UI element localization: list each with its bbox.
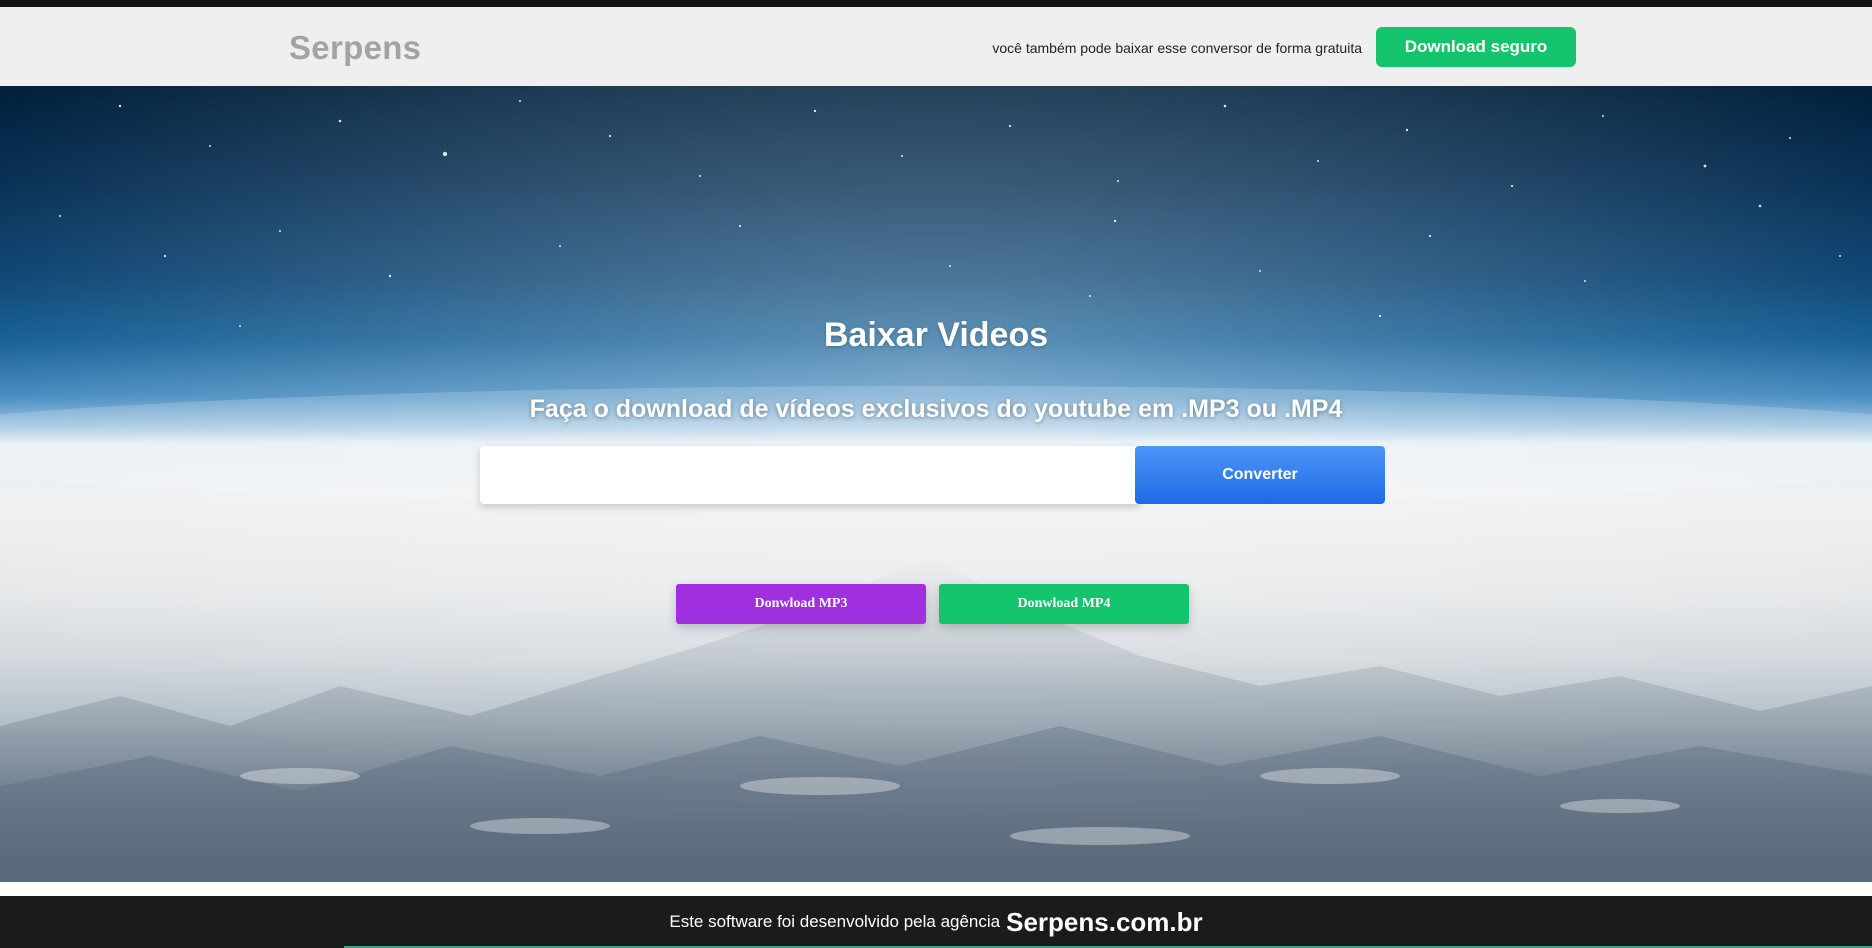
page-subtitle: Faça o download de vídeos exclusivos do …: [529, 395, 1343, 423]
header-note: você também pode baixar esse conversor d…: [992, 40, 1362, 56]
page-title: Baixar Videos: [823, 316, 1049, 354]
footer-text: Este software foi desenvolvido pela agên…: [669, 912, 1001, 931]
site-logo[interactable]: Serpens: [289, 29, 421, 67]
site-footer: Este software foi desenvolvido pela agên…: [0, 896, 1872, 948]
browser-top-strip: [0, 0, 1872, 7]
download-mp3-button[interactable]: Donwload MP3: [676, 584, 926, 624]
download-safe-button[interactable]: Download seguro: [1376, 27, 1576, 67]
video-url-input[interactable]: [480, 446, 1140, 504]
download-mp4-button[interactable]: Donwload MP4: [939, 584, 1189, 624]
site-header: Serpens você também pode baixar esse con…: [0, 7, 1872, 86]
hero-section: Baixar Videos Faça o download de vídeos …: [0, 86, 1872, 882]
page: Serpens você também pode baixar esse con…: [0, 0, 1872, 948]
footer-brand-link[interactable]: Serpens.com.br: [1006, 907, 1203, 938]
convert-button[interactable]: Converter: [1135, 446, 1385, 504]
